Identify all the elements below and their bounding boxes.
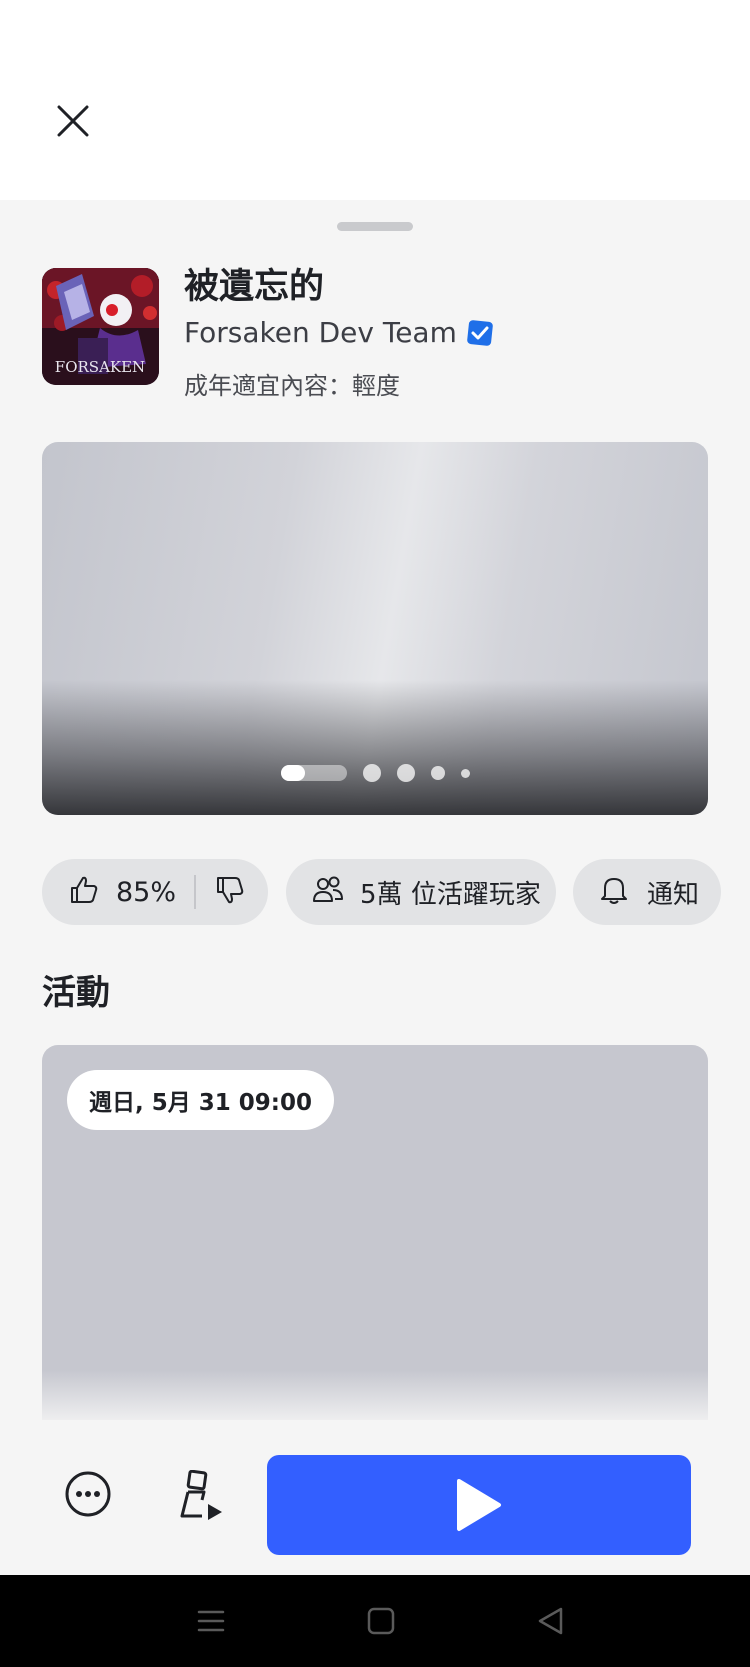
avatar-play-icon: [180, 1469, 222, 1520]
carousel-shade: [42, 680, 708, 815]
game-details-sheet: FORSAKEN 被遺忘的 Forsaken Dev Team 成年適宜內容：輕…: [0, 200, 750, 1575]
close-button[interactable]: [48, 96, 98, 146]
play-icon: [457, 1479, 501, 1531]
active-players-count: 5萬: [360, 879, 403, 910]
active-players-label: 位活躍玩家: [410, 879, 541, 910]
back-button[interactable]: [535, 1605, 567, 1637]
bell-icon: [599, 874, 629, 910]
game-icon-text: FORSAKEN: [55, 358, 145, 376]
recent-apps-button[interactable]: [195, 1605, 227, 1637]
play-button[interactable]: [267, 1455, 691, 1555]
maturity-rating[interactable]: 成年適宜內容：輕度: [184, 366, 400, 401]
notify-button[interactable]: 通知: [573, 859, 721, 925]
drag-handle[interactable]: [337, 222, 413, 231]
carousel-dot[interactable]: [362, 764, 381, 782]
thumbnail-carousel[interactable]: [42, 442, 708, 815]
home-button[interactable]: [365, 1605, 397, 1637]
menu-icon: [197, 1610, 225, 1632]
system-navigation-bar: [0, 1575, 750, 1667]
creator-row[interactable]: Forsaken Dev Team: [184, 316, 493, 349]
action-bar: [0, 1420, 750, 1575]
vote-percentage: 85%: [116, 876, 177, 908]
avatar-play-button[interactable]: [178, 1469, 226, 1522]
creator-name[interactable]: Forsaken Dev Team: [184, 316, 457, 349]
home-square-icon: [367, 1607, 395, 1635]
people-icon: [312, 874, 344, 910]
carousel-dot[interactable]: [396, 764, 415, 782]
events-section-title: 活動: [42, 973, 110, 1013]
notify-label: 通知: [647, 879, 700, 910]
carousel-dot-active[interactable]: [280, 765, 347, 781]
thumbs-down-icon[interactable]: [214, 874, 246, 910]
active-players-text: 5萬 位活躍玩家: [360, 874, 541, 911]
verified-badge-icon: [467, 319, 493, 346]
more-options-button[interactable]: [64, 1470, 112, 1518]
event-date-badge: 週日, 5月 31 09:00: [67, 1070, 334, 1130]
back-triangle-icon: [538, 1607, 563, 1635]
more-icon: [65, 1471, 111, 1517]
active-players-pill: 5萬 位活躍玩家: [286, 859, 556, 925]
carousel-dots: [42, 764, 708, 782]
top-bar: [0, 0, 750, 200]
vote-pill: 85%: [42, 859, 268, 925]
carousel-dot[interactable]: [460, 768, 470, 778]
event-card-fade: [42, 1370, 708, 1420]
game-icon: FORSAKEN: [42, 268, 159, 385]
vote-divider: [194, 875, 197, 909]
game-title: 被遺忘的: [184, 267, 325, 307]
close-icon: [57, 105, 89, 137]
thumbs-up-icon[interactable]: [68, 874, 100, 910]
carousel-dot[interactable]: [430, 766, 445, 780]
event-card[interactable]: 週日, 5月 31 09:00: [42, 1045, 708, 1420]
